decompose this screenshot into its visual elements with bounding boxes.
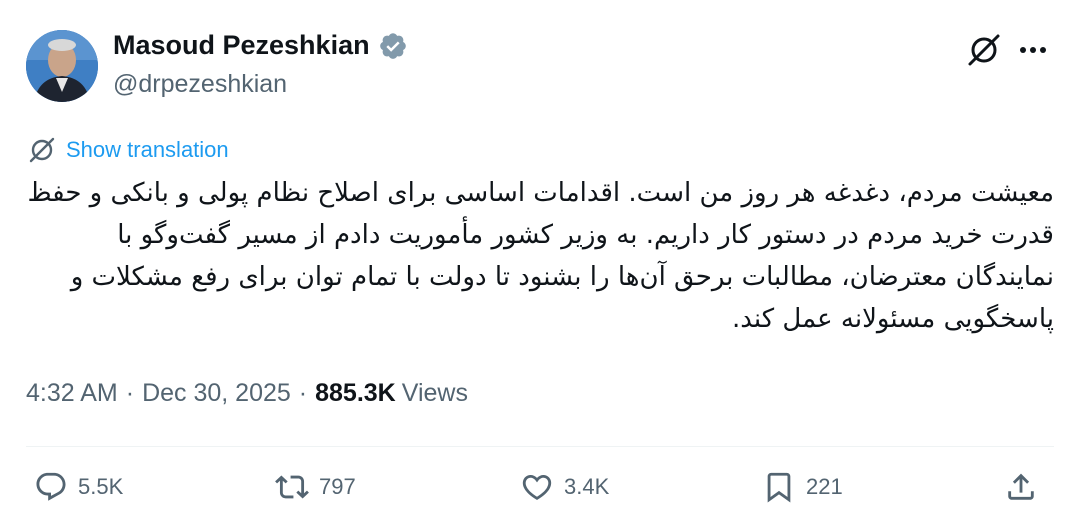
meta-separator: · — [298, 379, 308, 407]
bookmark-icon — [767, 472, 791, 503]
author-name[interactable]: Masoud Pezeshkian — [113, 30, 370, 61]
repost-button[interactable]: 797 — [275, 470, 356, 504]
bookmark-button[interactable]: 221 — [762, 470, 843, 504]
avatar-image — [26, 30, 98, 102]
reply-icon — [36, 472, 66, 501]
author-name-row[interactable]: Masoud Pezeshkian — [113, 30, 408, 61]
grok-button[interactable] — [966, 32, 1002, 68]
tweet-date[interactable]: Dec 30, 2025 — [142, 379, 291, 408]
grok-icon — [968, 34, 1000, 66]
reply-count: 5.5K — [78, 474, 124, 499]
verified-badge-icon — [379, 32, 406, 59]
like-button[interactable]: 3.4K — [520, 470, 609, 504]
translate-icon — [29, 137, 55, 163]
author-handle[interactable]: @drpezeshkian — [113, 70, 287, 99]
more-button[interactable] — [1015, 34, 1051, 66]
bookmark-count: 221 — [806, 474, 843, 499]
meta-separator: · — [125, 379, 135, 407]
repost-icon — [275, 475, 309, 499]
views-count: 885.3K — [315, 379, 396, 407]
tweet-time[interactable]: 4:32 AM — [26, 379, 118, 408]
share-button[interactable] — [1004, 470, 1038, 504]
views-label: Views — [401, 379, 468, 407]
like-count: 3.4K — [564, 474, 610, 499]
avatar[interactable] — [26, 30, 98, 102]
show-translation-label[interactable]: Show translation — [66, 137, 229, 163]
divider — [26, 446, 1054, 447]
share-icon — [1008, 473, 1034, 500]
show-translation-link[interactable]: Show translation — [28, 136, 229, 164]
repost-count: 797 — [319, 474, 356, 499]
tweet-text: معیشت مردم، دغدغه هر روز من است. اقدامات… — [27, 178, 1055, 334]
like-icon — [522, 474, 552, 500]
tweet-meta: 4:32 AM · Dec 30, 2025 · 885.3K Views — [26, 379, 468, 408]
more-icon — [1020, 47, 1046, 53]
reply-button[interactable]: 5.5K — [34, 470, 123, 504]
